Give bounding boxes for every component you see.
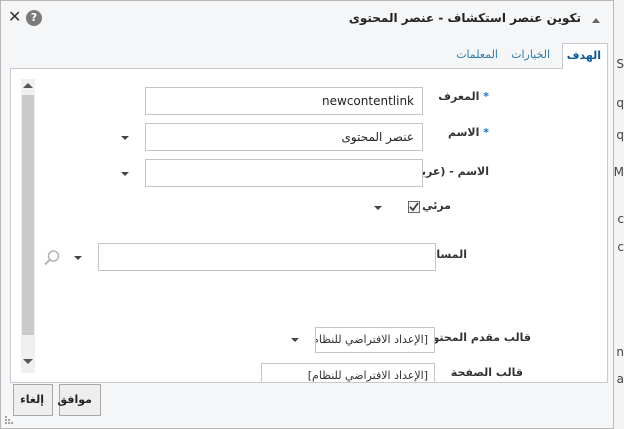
id-label-text: المعرف (438, 90, 480, 103)
chevron-down-icon[interactable] (374, 206, 382, 210)
visible-checkbox[interactable] (408, 201, 420, 213)
cancel-button[interactable]: إلغاء (13, 384, 53, 416)
content-template-label: قالب مقدم المحتوى (422, 331, 531, 344)
background-text: c (617, 212, 624, 226)
chevron-down-icon[interactable] (74, 256, 82, 260)
id-field[interactable] (145, 87, 423, 115)
page-template-select[interactable]: [الإعداد الافتراضي للنظام] (261, 363, 435, 382)
tab-target[interactable]: الهدف (562, 43, 608, 70)
name-label: * الاسم (448, 126, 489, 139)
chevron-down-icon[interactable] (121, 172, 129, 176)
name-field[interactable] (145, 123, 423, 151)
background-text: q (616, 128, 624, 142)
search-icon[interactable] (43, 249, 61, 267)
chevron-down-icon[interactable] (291, 338, 299, 342)
checkmark-icon (409, 202, 419, 212)
help-icon[interactable]: ? (26, 10, 42, 26)
ok-button[interactable]: موافق (57, 384, 101, 416)
dialog-title: تكوين عنصر استكشاف - عنصر المحتوى (348, 11, 581, 25)
page-template-label: قالب الصفحة (450, 366, 523, 379)
name-arabic-field[interactable] (145, 159, 423, 187)
path-field[interactable] (98, 243, 436, 271)
collapse-icon (592, 18, 600, 23)
target-panel: * المعرف * الاسم الاسم - (عربي) مرئي الم… (10, 69, 608, 383)
id-label: * المعرف (438, 90, 489, 103)
scroll-up-icon[interactable] (23, 83, 33, 88)
tab-parameters[interactable]: المعلمات (450, 43, 504, 69)
background-text: S (616, 57, 624, 71)
name-label-text: الاسم (447, 126, 480, 139)
scroll-down-icon[interactable] (23, 359, 33, 364)
background-text: a (616, 372, 624, 386)
tab-bar: الهدف الخيارات المعلمات (10, 37, 608, 70)
required-marker: * (483, 90, 489, 103)
resize-grip-icon[interactable] (4, 415, 14, 425)
background-text: c (617, 240, 624, 254)
background-text: q (616, 96, 624, 110)
scrollbar-thumb[interactable] (22, 95, 34, 335)
content-template-select[interactable]: [الإعداد الافتراضي للنظام] (315, 327, 435, 353)
chevron-down-icon[interactable] (121, 136, 129, 140)
visible-label: مرئي (422, 199, 451, 212)
configure-link-dialog: ✕ ? تكوين عنصر استكشاف - عنصر المحتوى ال… (0, 0, 614, 429)
background-text: M (613, 165, 624, 179)
background-text: n (616, 345, 624, 359)
tab-options[interactable]: الخيارات (505, 43, 556, 69)
close-icon[interactable]: ✕ (8, 9, 21, 25)
dialog-titlebar[interactable]: ✕ ? تكوين عنصر استكشاف - عنصر المحتوى (1, 1, 613, 37)
required-marker: * (483, 126, 489, 139)
